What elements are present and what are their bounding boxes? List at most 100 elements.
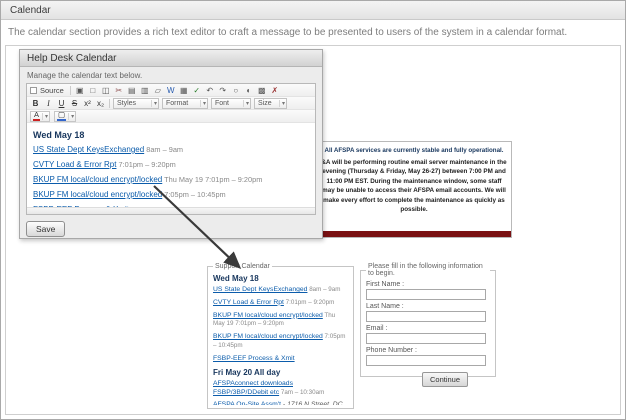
bold-button[interactable]: B (30, 98, 41, 109)
continue-button[interactable]: Continue (422, 372, 468, 387)
page-header: Calendar (1, 1, 625, 20)
remove-format-icon[interactable]: ✗ (269, 85, 281, 96)
underline-button[interactable]: U (56, 98, 67, 109)
page-description: The calendar section provides a rich tex… (8, 27, 618, 38)
calendar-date: Wed May 18 (213, 274, 348, 283)
event-time: 7:05pm – 10:45pm (162, 190, 225, 199)
rich-text-editor: Source ▣□◫✂▤▥▱W▦✓↶↷○◐▩✗ BIUSx²x₂ Styles▾… (26, 83, 316, 215)
event-link[interactable]: CVTY Load & Error Rpt (213, 299, 284, 306)
save-button[interactable]: Save (26, 221, 65, 237)
event-link[interactable]: US State Dept KeysExchanged (33, 145, 144, 154)
cut-icon[interactable]: ✂ (113, 85, 125, 96)
event-time: Thu May 19 7:01pm – 9:20pm (162, 175, 262, 184)
font-dropdown[interactable]: Font▾ (211, 98, 251, 109)
event-link[interactable]: BKUP FM local/cloud encrypt/locked (213, 333, 323, 340)
event-link[interactable]: US State Dept KeysExchanged (213, 286, 307, 293)
toolbar-row-1: Source ▣□◫✂▤▥▱W▦✓↶↷○◐▩✗ (27, 84, 315, 97)
calendar-event: BKUP FM local/cloud encrypt/locked Thu M… (213, 312, 348, 330)
calendar-event: US State Dept KeysExchanged 8am – 9am (33, 145, 309, 154)
select-all-icon[interactable]: ▩ (256, 85, 268, 96)
event-time: 8am – 9am (144, 145, 183, 154)
styles-dropdown[interactable]: Styles▾ (113, 98, 159, 109)
italic-button[interactable]: I (43, 98, 54, 109)
signup-form-legend: Please fill in the following information… (366, 263, 490, 277)
chevron-down-icon: ▾ (42, 113, 48, 120)
support-calendar-panel: Support Calendar Wed May 18 US State Dept… (207, 263, 354, 409)
event-link[interactable]: BKUP FM local/cloud encrypt/locked (33, 190, 162, 199)
superscript-button[interactable]: x² (82, 98, 93, 109)
calendar-event: AFSPAconnect downloads FSBP/3BP/DDebit e… (213, 380, 348, 398)
redo-icon[interactable]: ↷ (217, 85, 229, 96)
find-icon[interactable]: ○ (230, 85, 242, 96)
event-time: 7:01pm – 9:20pm (284, 299, 334, 306)
first-name-input[interactable] (366, 289, 486, 300)
print-icon[interactable]: ▦ (178, 85, 190, 96)
source-checkbox[interactable] (30, 87, 37, 94)
first-name-label: First Name : (366, 281, 490, 288)
signup-fields: First Name : Last Name : Email : Phone Numb… (366, 281, 490, 366)
email-label: Email : (366, 325, 490, 332)
spell-check-icon[interactable]: ✓ (191, 85, 203, 96)
paste-from-word-icon[interactable]: W (165, 85, 177, 96)
toolbar-row-2: BIUSx²x₂ Styles▾Format▾Font▾Size▾ (27, 97, 315, 110)
calendar-event: BKUP FM local/cloud encrypt/locked Thu M… (33, 175, 309, 184)
toolbar-dropdowns: Styles▾Format▾Font▾Size▾ (113, 98, 287, 109)
calendar-event: US State Dept KeysExchanged 8am – 9am (213, 286, 348, 295)
toolbar-row3-icons: A▾ ▢▾ (30, 111, 79, 122)
event-link[interactable]: FSBP-EEF Process & Xmit (213, 355, 295, 362)
size-dropdown[interactable]: Size▾ (254, 98, 287, 109)
text-color-icon[interactable]: A▾ (30, 111, 50, 122)
toolbar-format-buttons: BIUSx²x₂ (30, 98, 106, 109)
calendar-event: FSBP-EEF Process & Xmit (213, 355, 348, 364)
phone-number-input[interactable] (366, 355, 486, 366)
new-page-icon[interactable]: □ (87, 85, 99, 96)
toolbar-separator (109, 99, 110, 108)
support-calendar-legend: Support Calendar (213, 263, 272, 270)
preview-icon[interactable]: ◫ (100, 85, 112, 96)
editor-content[interactable]: Wed May 18 US State Dept KeysExchanged 8a… (27, 125, 315, 207)
save-icon[interactable]: ▣ (74, 85, 86, 96)
copy-icon[interactable]: ▤ (126, 85, 138, 96)
chevron-down-icon: ▾ (200, 100, 206, 107)
calendar-event: BKUP FM local/cloud encrypt/locked 7:05p… (33, 190, 309, 199)
editor-status-bar (27, 207, 315, 214)
window-titlebar: Help Desk Calendar (20, 50, 322, 67)
event-link[interactable]: BKUP FM local/cloud encrypt/locked (213, 312, 323, 319)
calendar-doc-page: Calendar The calendar section provides a… (0, 0, 626, 420)
toolbar-row1-icons: ▣□◫✂▤▥▱W▦✓↶↷○◐▩✗ (74, 85, 281, 96)
content-frame: All AFSPA services are currently stable … (5, 45, 621, 415)
email-input[interactable] (366, 333, 486, 344)
toolbar-row-3: A▾ ▢▾ (27, 110, 315, 123)
calendar-event: AFSPA On-Site Assm't - 1716 N Street, DC… (213, 401, 348, 405)
last-name-label: Last Name : (366, 303, 490, 310)
toolbar-separator (70, 86, 71, 95)
calendar-event: CVTY Load & Error Rpt 7:01pm – 9:20pm (33, 160, 309, 169)
event-time: 7:01pm – 9:20pm (116, 160, 175, 169)
chevron-down-icon: ▾ (243, 100, 249, 107)
event-note: - 1716 N Street, DC (281, 401, 343, 405)
source-button[interactable]: Source (40, 86, 64, 95)
subscript-button[interactable]: x₂ (95, 98, 106, 109)
notice-headline: All AFSPA services are currently stable … (321, 147, 507, 154)
window-title: Help Desk Calendar (27, 53, 117, 64)
phone-number-label: Phone Number : (366, 347, 490, 354)
calendar-event: CVTY Load & Error Rpt 7:01pm – 9:20pm (213, 299, 348, 308)
calendar-date: Fri May 20 All day (213, 368, 348, 377)
background-color-icon[interactable]: ▢▾ (54, 111, 76, 122)
page-title: Calendar (10, 5, 51, 16)
paste-icon[interactable]: ▥ (139, 85, 151, 96)
undo-icon[interactable]: ↶ (204, 85, 216, 96)
editor-window: Help Desk Calendar Manage the calendar t… (19, 49, 323, 239)
last-name-input[interactable] (366, 311, 486, 322)
format-dropdown[interactable]: Format▾ (162, 98, 208, 109)
event-link[interactable]: CVTY Load & Error Rpt (33, 160, 116, 169)
replace-icon[interactable]: ◐ (243, 85, 255, 96)
paste-as-text-icon[interactable]: ▱ (152, 85, 164, 96)
strikethrough-button[interactable]: S (69, 98, 80, 109)
event-link[interactable]: BKUP FM local/cloud encrypt/locked (33, 175, 162, 184)
chevron-down-icon: ▾ (68, 113, 74, 120)
calendar-date: Wed May 18 (33, 130, 309, 140)
event-link[interactable]: AFSPA On-Site Assm't (213, 401, 281, 405)
signup-form-panel: Please fill in the following information… (360, 263, 496, 377)
support-calendar-list: Wed May 18 US State Dept KeysExchanged 8a… (213, 271, 348, 405)
